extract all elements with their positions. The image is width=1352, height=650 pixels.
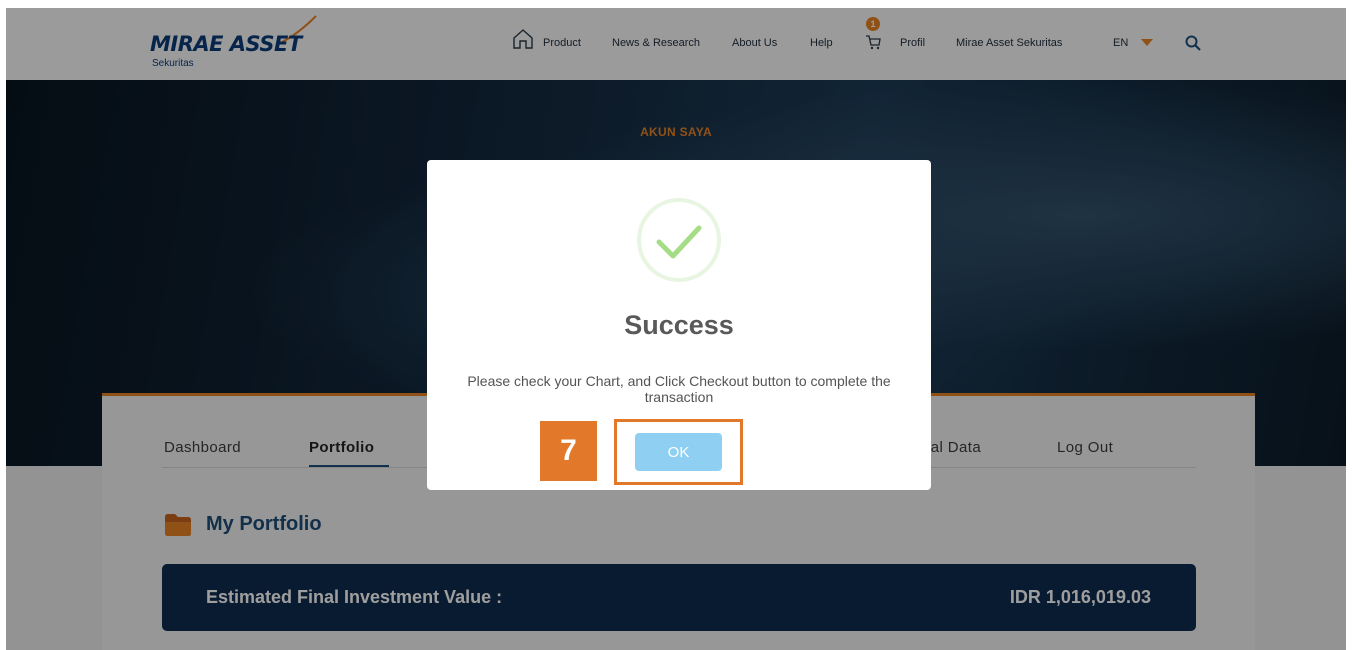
check-circle-icon	[637, 198, 721, 282]
modal-message: Please check your Chart, and Click Check…	[467, 373, 891, 405]
ok-button-highlight	[614, 419, 743, 485]
browser-viewport: MIRAE ASSET Sekuritas Product News & Res…	[6, 8, 1346, 650]
modal-title: Success	[624, 310, 734, 340]
step-number-badge: 7	[540, 421, 597, 481]
